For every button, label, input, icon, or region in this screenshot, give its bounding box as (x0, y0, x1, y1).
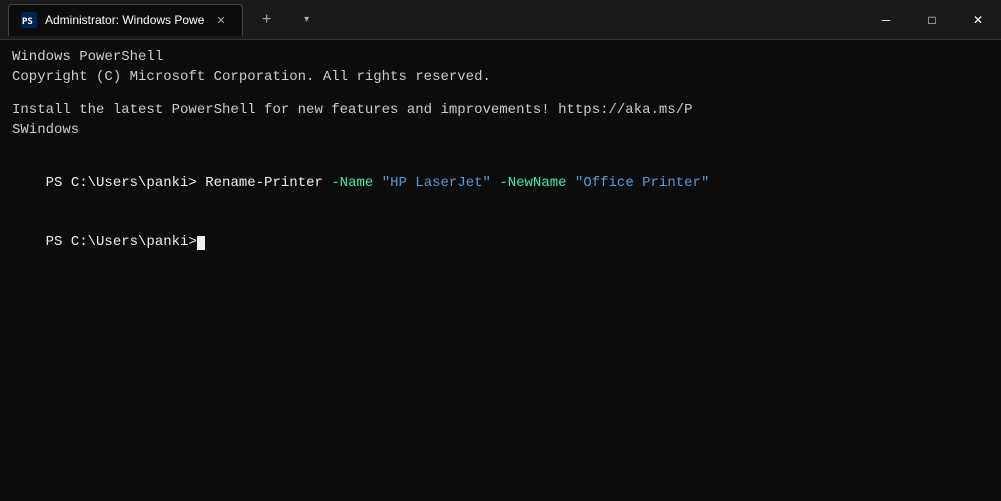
cmd-string-hp: "HP LaserJet" (382, 175, 491, 191)
title-bar: PS Administrator: Windows Powe ✕ + ▾ ─ □… (0, 0, 1001, 40)
terminal-line-4: SWindows (12, 121, 989, 141)
active-tab[interactable]: PS Administrator: Windows Powe ✕ (8, 4, 243, 36)
tab-dropdown-button[interactable]: ▾ (291, 4, 323, 36)
text-install: Install the latest PowerShell for new fe… (12, 102, 693, 118)
cmd-rename-printer: Rename-Printer (205, 175, 323, 191)
terminal-prompt-2-line: PS C:\Users\panki> (12, 213, 989, 272)
spacer-1 (12, 87, 989, 101)
svg-text:PS: PS (22, 17, 33, 27)
terminal-line-3: Install the latest PowerShell for new fe… (12, 101, 989, 121)
tab-title: Administrator: Windows Powe (45, 13, 204, 27)
cursor (197, 236, 205, 250)
prompt-2: PS C:\Users\panki> (46, 234, 197, 250)
minimize-button[interactable]: ─ (863, 0, 909, 40)
terminal-line-2: Copyright (C) Microsoft Corporation. All… (12, 68, 989, 88)
terminal-line-1: Windows PowerShell (12, 48, 989, 68)
cmd-param-name: -Name (323, 175, 382, 191)
new-tab-button[interactable]: + (251, 4, 283, 36)
terminal-window: Windows PowerShell Copyright (C) Microso… (0, 40, 1001, 501)
command-space (197, 175, 205, 191)
powershell-icon: PS (21, 12, 37, 28)
maximize-button[interactable]: □ (909, 0, 955, 40)
cmd-string-office: "Office Printer" (575, 175, 709, 191)
close-button[interactable]: ✕ (955, 0, 1001, 40)
window-controls: ─ □ ✕ (863, 0, 1001, 40)
prompt-1: PS C:\Users\panki> (46, 175, 197, 191)
spacer-2 (12, 140, 989, 154)
cmd-param-newname: -NewName (491, 175, 575, 191)
terminal-command-line: PS C:\Users\panki> Rename-Printer -Name … (12, 154, 989, 213)
tab-close-button[interactable]: ✕ (212, 12, 229, 29)
title-bar-left: PS Administrator: Windows Powe ✕ + ▾ (0, 4, 863, 36)
